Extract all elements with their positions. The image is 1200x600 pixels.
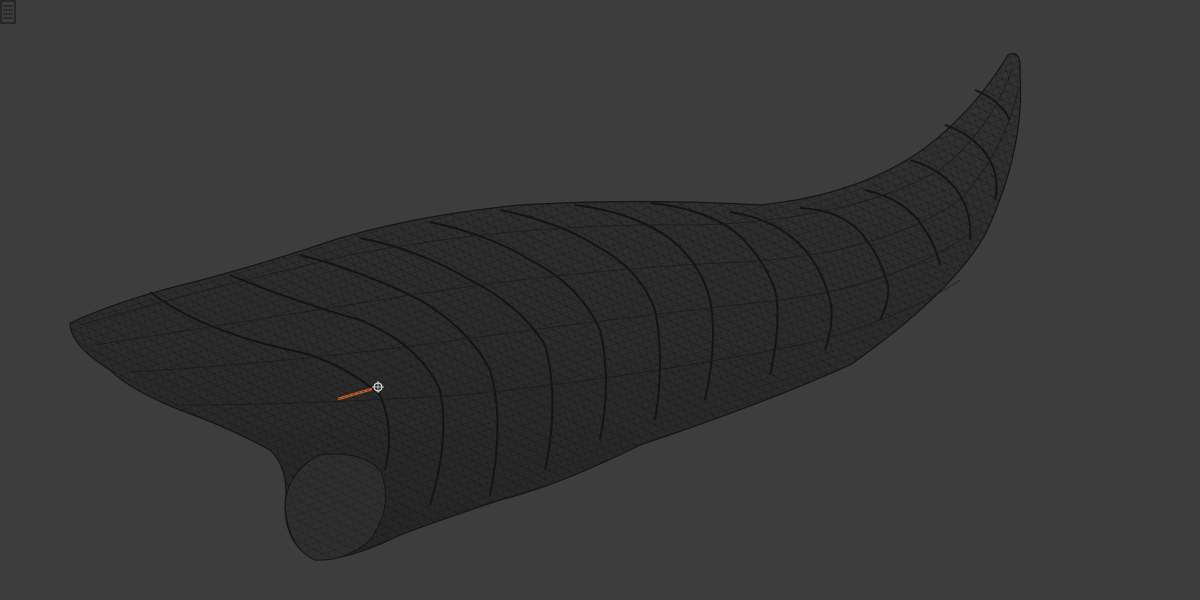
- mesh-canvas[interactable]: [0, 0, 1200, 600]
- 3d-viewport[interactable]: [0, 0, 1200, 600]
- horn-mesh[interactable]: [69, 53, 1022, 561]
- camera-icon[interactable]: [0, 0, 16, 24]
